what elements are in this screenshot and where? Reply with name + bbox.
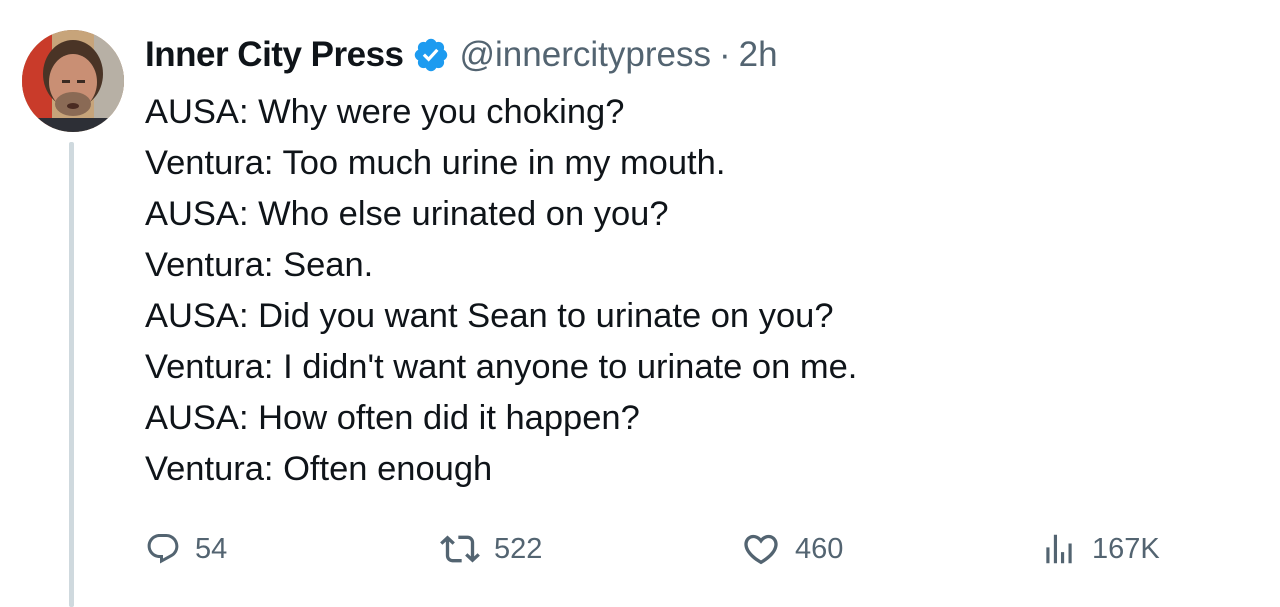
verified-badge-icon[interactable] (412, 36, 450, 74)
tweet-text-line: AUSA: Did you want Sean to urinate on yo… (145, 297, 834, 335)
avatar[interactable] (22, 30, 124, 132)
tweet-text-line: Ventura: I didn't want anyone to urinate… (145, 348, 858, 386)
tweet-text-line: Ventura: Too much urine in my mouth. (145, 144, 726, 182)
views-button[interactable]: 167K (1040, 526, 1160, 572)
tweet[interactable]: Inner City Press @innercitypress · 2h AU… (0, 0, 1280, 607)
action-bar: 54 522 460 167K (145, 526, 1185, 572)
separator-dot: · (718, 35, 731, 74)
reply-count: 54 (195, 532, 228, 565)
like-count: 460 (795, 532, 844, 565)
tweet-text-line: Ventura: Often enough (145, 450, 493, 488)
views-chart-icon (1046, 534, 1072, 564)
tweet-header: Inner City Press @innercitypress · 2h (145, 32, 778, 78)
tweet-text-line: AUSA: Why were you choking? (145, 93, 625, 131)
like-button[interactable]: 460 (741, 526, 843, 572)
views-count: 167K (1092, 532, 1160, 565)
heart-icon (744, 534, 778, 565)
repost-button[interactable]: 522 (440, 526, 542, 572)
repost-icon (440, 535, 480, 563)
reply-icon (147, 534, 179, 564)
tweet-text-line: AUSA: Who else urinated on you? (145, 195, 669, 233)
tweet-text-line: Ventura: Sean. (145, 246, 374, 284)
timestamp[interactable]: 2h (739, 35, 778, 75)
reply-button[interactable]: 54 (145, 526, 227, 572)
repost-count: 522 (494, 532, 543, 565)
tweet-text: AUSA: Why were you choking? Ventura: Too… (145, 87, 1225, 495)
author-handle[interactable]: @innercitypress (460, 35, 711, 75)
thread-connector-line (69, 142, 74, 607)
avatar-portrait-icon (22, 30, 124, 132)
author-display-name[interactable]: Inner City Press (145, 35, 404, 75)
tweet-text-line: AUSA: How often did it happen? (145, 399, 640, 437)
